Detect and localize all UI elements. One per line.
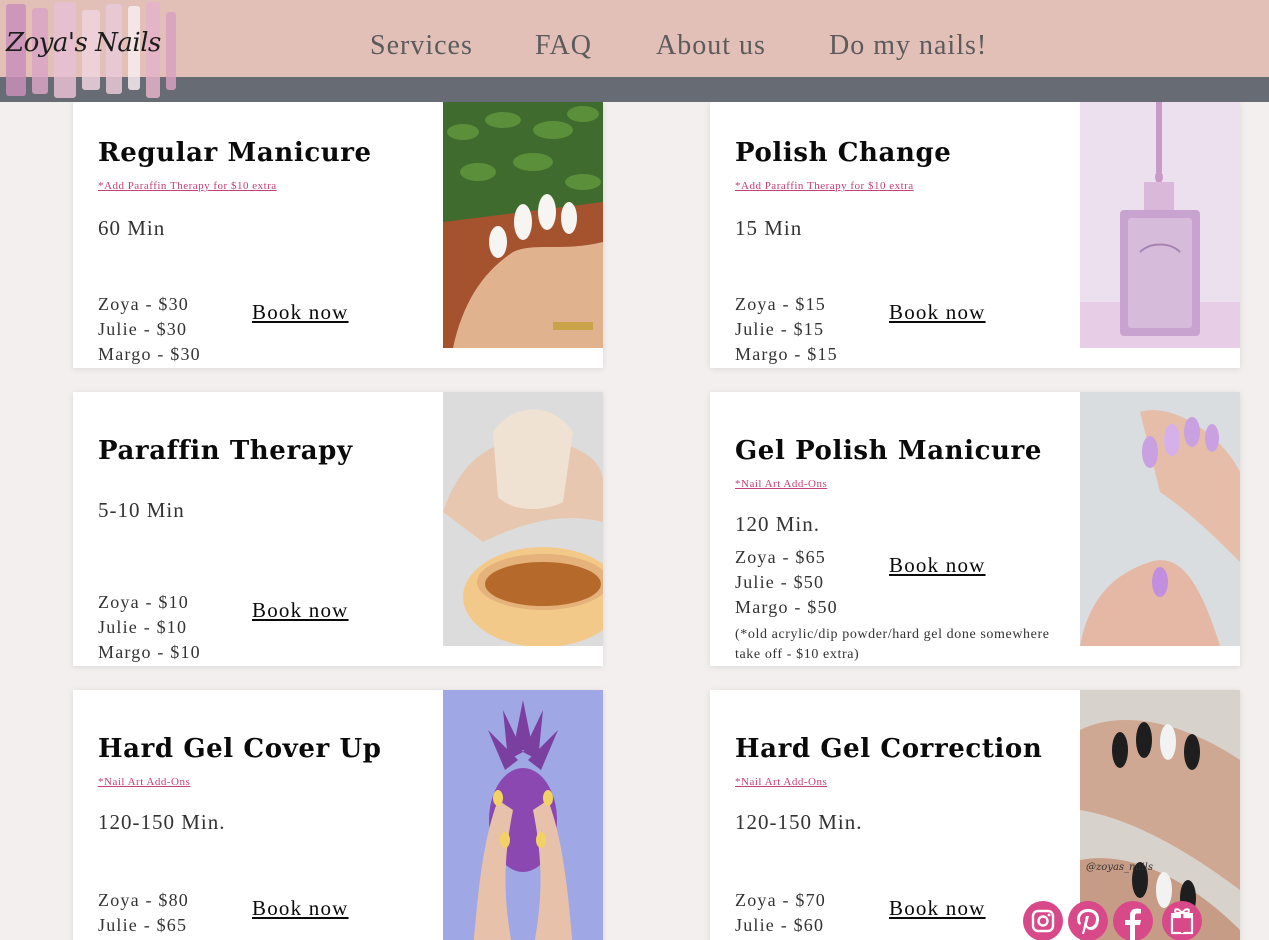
gift-icon[interactable] <box>1162 901 1202 940</box>
photo-watermark: @zoyas_nails <box>1086 862 1153 873</box>
price-julie: Julie - $60 <box>735 915 825 935</box>
nav-about[interactable]: About us <box>656 30 766 62</box>
nav-services[interactable]: Services <box>370 30 473 62</box>
price-margo: Margo - $10 <box>98 642 201 662</box>
price-julie: Julie - $15 <box>735 319 825 339</box>
price-list: Zoya - $65 Julie - $50 Margo - $50 <box>735 545 838 620</box>
site-header <box>0 0 1269 77</box>
price-zoya: Zoya - $15 <box>735 294 826 314</box>
price-margo: Margo - $50 <box>735 597 838 617</box>
service-title: Hard Gel Cover Up <box>98 734 382 764</box>
service-title: Paraffin Therapy <box>98 436 353 466</box>
price-list: Zoya - $80 Julie - $65 <box>98 888 189 938</box>
pineapple-hands-photo <box>443 690 603 940</box>
price-julie: Julie - $65 <box>98 915 188 935</box>
service-card-paraffin-therapy: Paraffin Therapy 5-10 Min Zoya - $10 Jul… <box>73 392 603 666</box>
header-subbar <box>0 77 1269 102</box>
service-card-hard-gel-cover-up: Hard Gel Cover Up *Nail Art Add-Ons 120-… <box>73 690 603 940</box>
price-zoya: Zoya - $30 <box>98 294 189 314</box>
service-card-regular-manicure: Regular Manicure *Add Paraffin Therapy f… <box>73 102 603 368</box>
service-duration: 120 Min. <box>735 512 821 536</box>
service-duration: 60 Min <box>98 216 166 240</box>
service-card-gel-polish-manicure: Gel Polish Manicure *Nail Art Add-Ons 12… <box>710 392 1240 666</box>
polish-bottle-photo <box>1080 102 1240 348</box>
book-now-button[interactable]: Book now <box>252 598 349 623</box>
white-nails-plant-photo <box>443 102 603 348</box>
price-julie: Julie - $50 <box>735 572 825 592</box>
service-duration: 15 Min <box>735 216 803 240</box>
price-list: Zoya - $10 Julie - $10 Margo - $10 <box>98 590 201 665</box>
service-duration: 120-150 Min. <box>98 810 226 834</box>
instagram-icon[interactable] <box>1023 901 1063 940</box>
service-title: Regular Manicure <box>98 138 372 168</box>
service-title: Polish Change <box>735 138 952 168</box>
service-title: Gel Polish Manicure <box>735 436 1042 466</box>
price-julie: Julie - $10 <box>98 617 188 637</box>
nail-art-addon-link[interactable]: *Nail Art Add-Ons <box>735 478 827 490</box>
nav-faq[interactable]: FAQ <box>535 30 592 62</box>
nail-art-addon-link[interactable]: *Nail Art Add-Ons <box>98 776 190 788</box>
book-now-button[interactable]: Book now <box>252 896 349 921</box>
service-duration: 5-10 Min <box>98 498 185 522</box>
price-list: Zoya - $15 Julie - $15 Margo - $15 <box>735 292 838 367</box>
price-list: Zoya - $70 Julie - $60 <box>735 888 826 938</box>
logo[interactable]: Zoya's Nails <box>0 0 188 102</box>
book-now-button[interactable]: Book now <box>252 300 349 325</box>
paraffin-wax-photo <box>443 392 603 646</box>
price-margo: Margo - $30 <box>98 344 201 364</box>
paraffin-addon-link[interactable]: *Add Paraffin Therapy for $10 extra <box>98 180 277 192</box>
pinterest-icon[interactable] <box>1068 901 1108 940</box>
paraffin-addon-link[interactable]: *Add Paraffin Therapy for $10 extra <box>735 180 914 192</box>
service-card-hard-gel-correction: Hard Gel Correction *Nail Art Add-Ons 12… <box>710 690 1240 940</box>
takeoff-note: (*old acrylic/dip powder/hard gel done s… <box>735 627 1050 662</box>
price-zoya: Zoya - $65 <box>735 547 826 567</box>
price-list: Zoya - $30 Julie - $30 Margo - $30 <box>98 292 201 367</box>
logo-text: Zoya's Nails <box>6 28 161 58</box>
facebook-icon[interactable] <box>1113 901 1153 940</box>
book-now-button[interactable]: Book now <box>889 553 986 578</box>
service-card-polish-change: Polish Change *Add Paraffin Therapy for … <box>710 102 1240 368</box>
price-zoya: Zoya - $80 <box>98 890 189 910</box>
service-duration: 120-150 Min. <box>735 810 863 834</box>
price-zoya: Zoya - $70 <box>735 890 826 910</box>
book-now-button[interactable]: Book now <box>889 300 986 325</box>
service-title: Hard Gel Correction <box>735 734 1043 764</box>
price-margo: Margo - $15 <box>735 344 838 364</box>
nail-art-addon-link[interactable]: *Nail Art Add-Ons <box>735 776 827 788</box>
book-now-button[interactable]: Book now <box>889 896 986 921</box>
lilac-nails-photo <box>1080 392 1240 646</box>
price-zoya: Zoya - $10 <box>98 592 189 612</box>
price-julie: Julie - $30 <box>98 319 188 339</box>
nav-do-my-nails[interactable]: Do my nails! <box>829 30 987 62</box>
